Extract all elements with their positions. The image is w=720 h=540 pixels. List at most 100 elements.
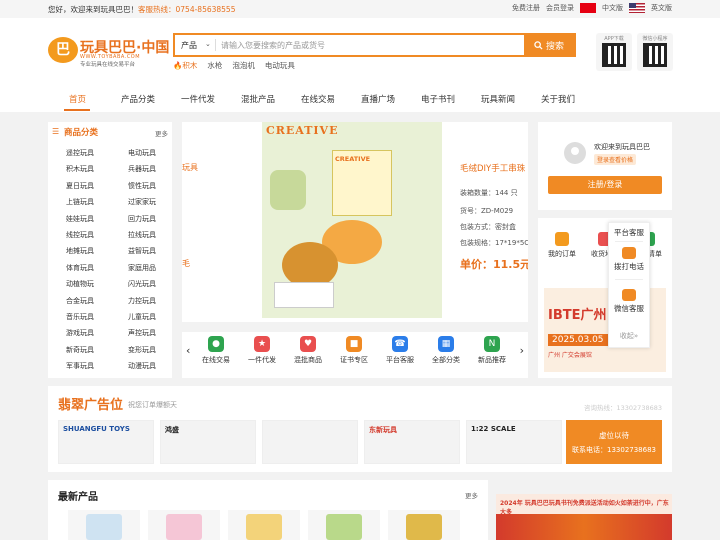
chevron-left-icon[interactable]: ‹ (186, 344, 190, 357)
hotword-1[interactable]: 水枪 (207, 60, 222, 71)
product-card[interactable] (148, 510, 220, 540)
quick-icon-item[interactable]: ★ 一件代发 (242, 336, 282, 365)
miniprogram-qr-code[interactable]: 微信小程序 (637, 33, 673, 71)
new-products-more-link[interactable]: 更多 (465, 490, 478, 500)
ad-vacancy-button[interactable]: 虚位以待 联系电话：13302738683 (566, 420, 662, 464)
wechat-support-button[interactable]: 微信客服 (609, 289, 649, 314)
quick-icon-glyph-icon: ■ (346, 336, 362, 352)
ad-tile[interactable]: 东新玩具 (364, 420, 460, 464)
sidebar-category-item[interactable]: 过家家玩 (128, 197, 156, 207)
login-link[interactable]: 会员登录 (546, 3, 574, 13)
collapse-button[interactable]: 收起» (609, 331, 649, 341)
lang-cn-link[interactable]: 中文版 (602, 3, 623, 13)
product-card[interactable] (228, 510, 300, 540)
service-panel: 我的订单 收货地址 我的清单 IBTE广州 2025.03.05 广州 广交会展… (538, 218, 672, 378)
sidebar-category-item[interactable]: 拉线玩具 (128, 230, 156, 240)
hotword-0[interactable]: 🔥积木 (173, 60, 197, 71)
sidebar-category-item[interactable]: 益智玩具 (128, 246, 156, 256)
sidebar-category-item[interactable]: 娃娃玩具 (66, 214, 94, 224)
wechat-icon (622, 289, 636, 301)
ad-tile[interactable]: 鸿盛 (160, 420, 256, 464)
ibte-ad-venue: 广州 广交会展馆 (548, 352, 592, 359)
sidebar-category-item[interactable]: 遥控玩具 (66, 148, 94, 158)
nav-categories[interactable]: 产品分类 (121, 93, 155, 105)
sidebar-more-link[interactable]: 更多 (155, 128, 168, 138)
hotword-3[interactable]: 电动玩具 (265, 60, 295, 71)
hero-banner[interactable]: CREATIVE CREATIVE 玩具 毛 毛绒DIY手工串珠 装箱数量：14… (182, 122, 528, 322)
ad-tile-label: 东新玩具 (369, 426, 397, 434)
site-logo[interactable]: 巴 玩具巴巴·中国 WWW.TOYBABA.COM 专业玩具在线交易平台 (48, 37, 169, 69)
nav-about[interactable]: 关于我们 (541, 93, 575, 105)
sidebar-category-item[interactable]: 儿童玩具 (128, 312, 156, 322)
logo-slogan: 专业玩具在线交易平台 (80, 62, 136, 68)
ad-tile[interactable]: SHUANGFU TOYS (58, 420, 154, 464)
hotword-2[interactable]: 泡泡机 (232, 60, 255, 71)
nav-ebooks[interactable]: 电子书刊 (421, 93, 455, 105)
sidebar-category-item[interactable]: 电动玩具 (128, 148, 156, 158)
qr-code-icon (602, 43, 626, 67)
sidebar-category-item[interactable]: 动植物玩 (66, 279, 94, 289)
search-button[interactable]: 搜索 (524, 35, 574, 55)
sidebar-category-item[interactable]: 声控玩具 (128, 328, 156, 338)
search-button-label: 搜索 (545, 41, 564, 52)
nav-dropship[interactable]: 一件代发 (181, 93, 215, 105)
sidebar-category-item[interactable]: 军事玩具 (66, 361, 94, 371)
sidebar-category-item[interactable]: 夏日玩具 (66, 181, 94, 191)
login-price-badge[interactable]: 登录查看价格 (594, 154, 637, 165)
sidebar-category-item[interactable]: 新奇玩具 (66, 345, 94, 355)
sidebar-category-item[interactable]: 动漫玩具 (128, 361, 156, 371)
call-button[interactable]: 拨打电话 (609, 247, 649, 272)
sidebar-category-item[interactable]: 音乐玩具 (66, 312, 94, 322)
quick-icon-item[interactable]: ● 在线交易 (196, 336, 236, 365)
sidebar-category-item[interactable]: 地摊玩具 (66, 246, 94, 256)
book-campaign-ad[interactable]: 2024年 玩具巴巴玩具书刊免费派送活动如火如荼进行中，广东大多 (496, 494, 672, 540)
sidebar-category-item[interactable]: 惯性玩具 (128, 181, 156, 191)
sidebar-category-item[interactable]: 力控玩具 (128, 296, 156, 306)
my-orders-link[interactable]: 我的订单 (544, 232, 580, 259)
search-input[interactable]: 请输入您要搜索的产品或货号 (221, 40, 325, 51)
ad-section-title: 翡翠广告位 (58, 398, 124, 413)
nav-home[interactable]: 首页 (69, 93, 86, 105)
chevron-right-icon[interactable]: › (520, 344, 524, 357)
quick-icons-bar: ‹ ● 在线交易 ★ 一件代发 ♥ 混批商品 ■ 证书专区 ☎ 平台客服 ▦ 全部分类 N 新品推荐 › (182, 332, 528, 378)
nav-news[interactable]: 玩具新闻 (481, 93, 515, 105)
ad-tile[interactable]: 1:22 SCALE (466, 420, 562, 464)
spec-packing-qty: 装箱数量：144 只 (460, 189, 518, 197)
chevron-down-icon[interactable]: ⌄ (205, 40, 211, 48)
sidebar-category-item[interactable]: 家庭用品 (128, 263, 156, 273)
nav-mixed-batch[interactable]: 混批产品 (241, 93, 275, 105)
quick-icon-item[interactable]: ▦ 全部分类 (426, 336, 466, 365)
nav-live[interactable]: 直播广场 (361, 93, 395, 105)
quick-icon-item[interactable]: ♥ 混批商品 (288, 336, 328, 365)
quick-icon-item[interactable]: ☎ 平台客服 (380, 336, 420, 365)
quick-icon-item[interactable]: ■ 证书专区 (334, 336, 374, 365)
banner-left-word-2: 毛 (182, 259, 190, 268)
sidebar-category-item[interactable]: 变形玩具 (128, 345, 156, 355)
sidebar-category-item[interactable]: 体育玩具 (66, 263, 94, 273)
app-qr-code[interactable]: APP下载 (596, 33, 632, 71)
search-category-select[interactable]: 产品 (181, 40, 197, 51)
quick-icon-item[interactable]: N 新品推荐 (472, 336, 512, 365)
register-login-button[interactable]: 注册/登录 (548, 176, 662, 194)
platform-support-button[interactable]: 平台客服 (609, 227, 649, 238)
register-link[interactable]: 免费注册 (512, 3, 540, 13)
sidebar-category-item[interactable]: 回力玩具 (128, 214, 156, 224)
sidebar-category-item[interactable]: 线控玩具 (66, 230, 94, 240)
us-flag-icon (629, 3, 645, 13)
nav-online-trade[interactable]: 在线交易 (301, 93, 335, 105)
greeting-text: 您好，欢迎来到玩具巴巴！ (48, 5, 138, 14)
user-welcome: 欢迎来到玩具巴巴 (594, 143, 650, 151)
sidebar-category-item[interactable]: 合金玩具 (66, 296, 94, 306)
sidebar-category-item[interactable]: 兵器玩具 (128, 164, 156, 174)
lang-en-link[interactable]: 英文版 (651, 3, 672, 13)
sidebar-category-item[interactable]: 闪光玩具 (128, 279, 156, 289)
order-icon (555, 232, 569, 246)
product-card[interactable] (308, 510, 380, 540)
sidebar-category-item[interactable]: 积木玩具 (66, 164, 94, 174)
banner-left-word: 玩具 (182, 163, 198, 172)
product-card[interactable] (388, 510, 460, 540)
sidebar-category-item[interactable]: 上链玩具 (66, 197, 94, 207)
ad-tile[interactable] (262, 420, 358, 464)
product-card[interactable] (68, 510, 140, 540)
sidebar-category-item[interactable]: 游戏玩具 (66, 328, 94, 338)
